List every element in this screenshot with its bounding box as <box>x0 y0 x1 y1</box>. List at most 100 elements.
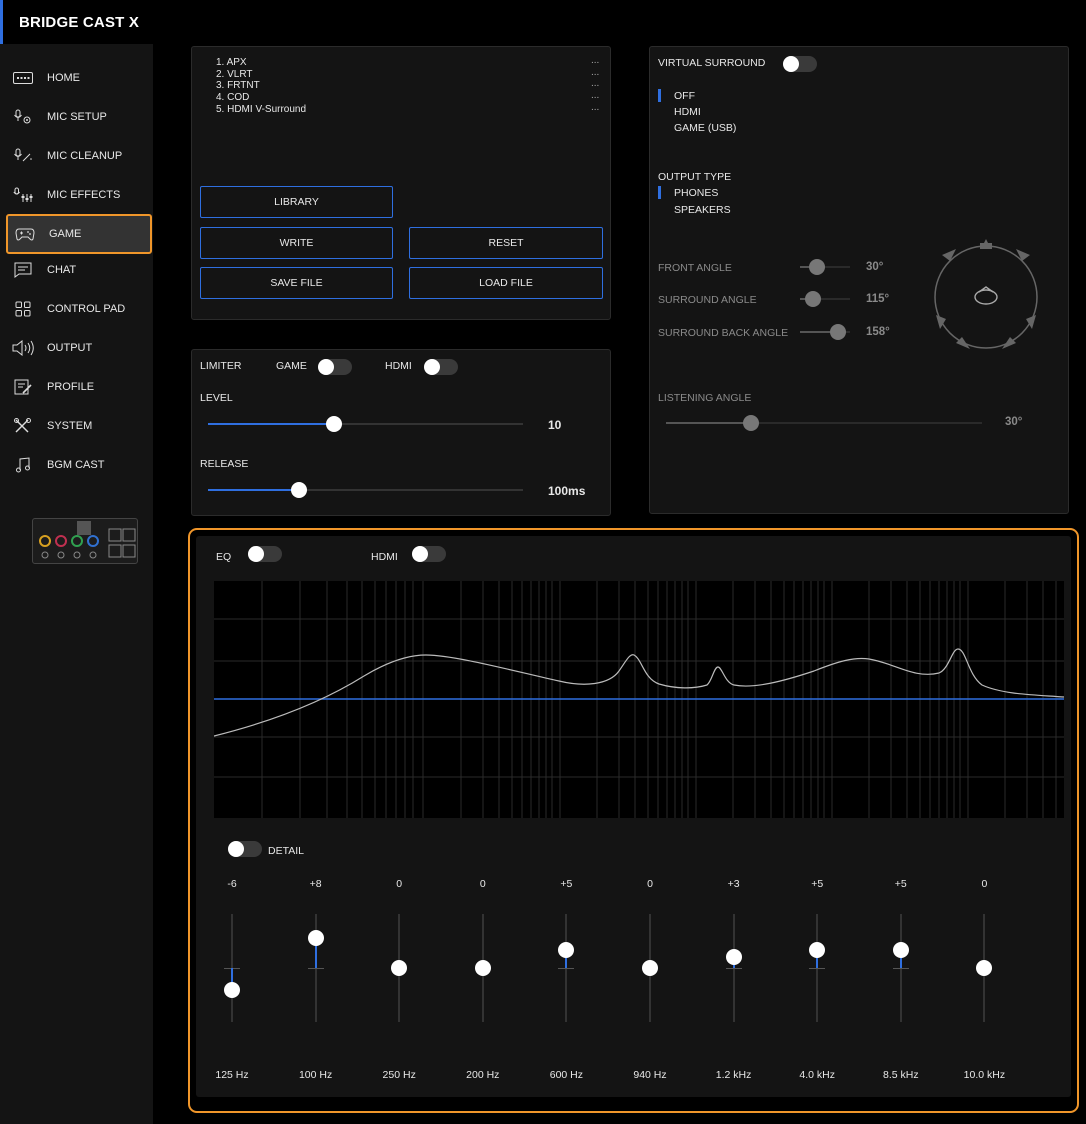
eq-band-gain: 0 <box>981 878 988 890</box>
surround-angle-value: 115° <box>866 293 890 305</box>
profile-edit-icon <box>12 378 34 396</box>
sidebar-item-system[interactable]: SYSTEM <box>6 408 152 444</box>
preset-item-value: ... <box>591 78 600 90</box>
output-type-label: OUTPUT TYPE <box>658 171 732 183</box>
sidebar-item-mic-effects[interactable]: MIC EFFECTS <box>6 177 152 213</box>
sidebar-item-output[interactable]: OUTPUT <box>6 330 152 366</box>
mic-clean-icon <box>12 147 34 165</box>
surround-speaker-diagram <box>934 239 1038 349</box>
surround-back-angle-value: 158° <box>866 326 890 338</box>
preset-item-value: ... <box>591 101 600 113</box>
tools-icon <box>12 417 34 435</box>
device-thumbnail[interactable] <box>32 518 138 564</box>
sidebar-item-chat[interactable]: CHAT <box>6 252 152 288</box>
preset-item-name[interactable]: 3. FRTNT <box>216 80 260 91</box>
eq-hdmi-label: HDMI <box>371 551 398 563</box>
eq-band-gain: -6 <box>227 878 237 890</box>
eq-band-slider[interactable] <box>640 914 660 1022</box>
sidebar-item-label: CHAT <box>47 264 77 276</box>
virtual-surround-panel: VIRTUAL SURROUND OFF HDMI GAME (USB) OUT… <box>649 46 1069 514</box>
limiter-game-toggle[interactable] <box>318 359 352 375</box>
limiter-panel: LIMITER GAME HDMI LEVEL 10 RELEASE 100ms <box>191 349 611 516</box>
sidebar-item-game[interactable]: GAME <box>6 214 152 254</box>
mic-gear-icon <box>12 108 34 126</box>
eq-band-slider[interactable] <box>222 914 242 1022</box>
preset-item-value: ... <box>591 55 600 66</box>
preset-item-name[interactable]: 5. HDMI V-Surround <box>216 104 306 115</box>
library-button[interactable]: LIBRARY <box>200 186 393 218</box>
sidebar-item-label: MIC CLEANUP <box>47 150 123 162</box>
sidebar-item-label: SYSTEM <box>47 420 93 432</box>
preset-item-name[interactable]: 4. COD <box>216 92 249 103</box>
eq-band-slider[interactable] <box>473 914 493 1022</box>
surround-angle-slider[interactable] <box>800 291 850 307</box>
virtual-surround-toggle[interactable] <box>783 56 817 72</box>
surround-back-angle-slider[interactable] <box>800 324 850 340</box>
grid-icon <box>12 300 34 318</box>
mic-effects-icon <box>12 186 34 204</box>
title-bar: BRIDGE CAST X <box>0 0 1086 44</box>
eq-band-slider[interactable] <box>389 914 409 1022</box>
eq-band-slider[interactable] <box>306 914 326 1022</box>
sidebar-item-profile[interactable]: PROFILE <box>6 369 152 405</box>
release-label: RELEASE <box>200 458 249 470</box>
eq-band-frequency: 1.2 kHz <box>715 1069 752 1081</box>
gamepad-icon <box>14 225 36 243</box>
sidebar-item-control-pad[interactable]: CONTROL PAD <box>6 291 152 327</box>
eq-band-gain: 0 <box>396 878 403 890</box>
eq-toggle[interactable] <box>248 546 282 562</box>
chat-icon <box>12 261 34 279</box>
eq-hdmi-toggle[interactable] <box>412 546 446 562</box>
eq-label: EQ <box>216 551 232 563</box>
level-label: LEVEL <box>200 392 233 404</box>
preset-item-name[interactable]: 1. APX <box>216 57 247 68</box>
eq-band-frequency: 4.0 kHz <box>799 1069 835 1081</box>
sidebar-item-mic-setup[interactable]: MIC SETUP <box>6 99 152 135</box>
output-option-speakers[interactable]: SPEAKERS <box>674 204 731 216</box>
eq-band-slider[interactable] <box>974 914 994 1022</box>
output-type-selection-indicator <box>658 186 661 199</box>
app-title: BRIDGE CAST X <box>19 14 140 31</box>
reset-button[interactable]: RESET <box>409 227 603 259</box>
sidebar: HOME MIC SETUP MIC CLEANUP MIC EFFECTS G… <box>0 44 153 1124</box>
save-file-button[interactable]: SAVE FILE <box>200 267 393 299</box>
mode-option-game-usb[interactable]: GAME (USB) <box>674 122 736 134</box>
listening-angle-slider[interactable] <box>666 415 982 431</box>
mode-option-hdmi[interactable]: HDMI <box>674 106 701 118</box>
level-slider[interactable] <box>208 416 523 432</box>
sidebar-item-bgm-cast[interactable]: BGM CAST <box>6 447 152 483</box>
eq-panel: EQ HDMI DETAIL -6 125 Hz +8 100 Hz 0 250 Hz 0 2… <box>196 536 1071 1097</box>
sidebar-item-label: CONTROL PAD <box>47 303 126 315</box>
eq-band-slider[interactable] <box>891 914 911 1022</box>
listener-head-icon <box>974 286 998 305</box>
speaker-icon <box>12 339 34 357</box>
eq-band-slider[interactable] <box>724 914 744 1022</box>
sidebar-item-label: MIC SETUP <box>47 111 107 123</box>
limiter-label: LIMITER <box>200 360 242 372</box>
mode-option-off[interactable]: OFF <box>674 90 695 102</box>
eq-band-gain: +5 <box>894 878 907 890</box>
eq-band-slider[interactable] <box>556 914 576 1022</box>
preset-item-value: ... <box>591 90 600 102</box>
front-angle-slider[interactable] <box>800 259 850 275</box>
eq-band-slider[interactable] <box>807 914 827 1022</box>
level-value: 10 <box>548 418 562 432</box>
write-button[interactable]: WRITE <box>200 227 393 259</box>
output-option-phones[interactable]: PHONES <box>674 187 718 199</box>
eq-detail-toggle[interactable] <box>228 841 262 857</box>
limiter-hdmi-toggle[interactable] <box>424 359 458 375</box>
sidebar-item-home[interactable]: HOME <box>6 60 152 96</box>
eq-detail-label: DETAIL <box>268 845 304 857</box>
limiter-hdmi-label: HDMI <box>385 360 412 372</box>
keyboard-icon <box>12 69 34 87</box>
eq-band-frequency: 125 Hz <box>215 1069 249 1081</box>
preset-item-name[interactable]: 2. VLRT <box>216 69 253 80</box>
sidebar-item-label: OUTPUT <box>47 342 93 354</box>
mode-selection-indicator <box>658 89 661 102</box>
load-file-button[interactable]: LOAD FILE <box>409 267 603 299</box>
release-slider[interactable] <box>208 482 523 498</box>
eq-response-graph[interactable] <box>214 581 1064 818</box>
virtual-surround-label: VIRTUAL SURROUND <box>658 57 766 69</box>
sidebar-item-mic-cleanup[interactable]: MIC CLEANUP <box>6 138 152 174</box>
eq-band-gain: +8 <box>309 878 322 890</box>
